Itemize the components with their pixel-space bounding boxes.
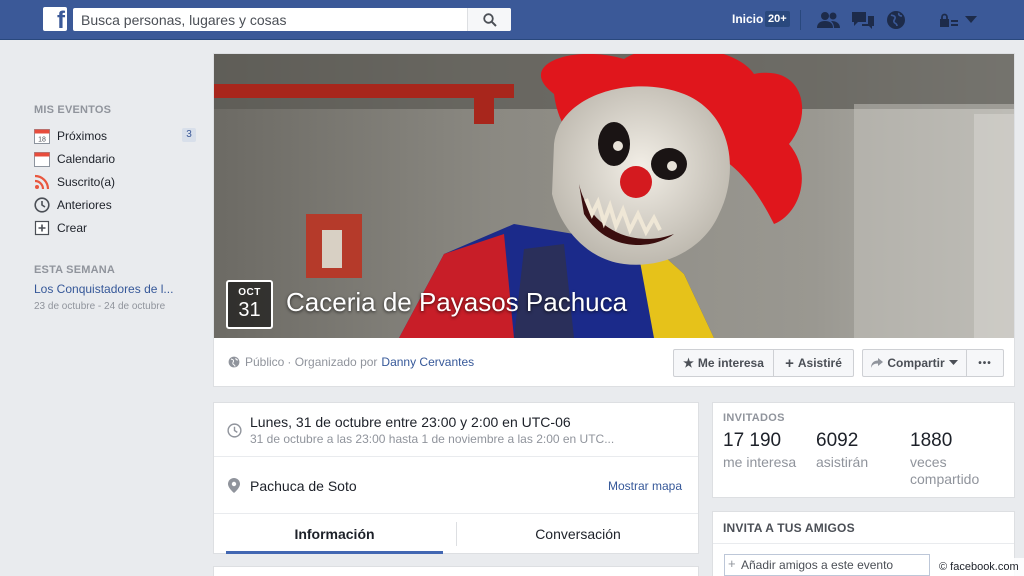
add-icon: + — [728, 556, 736, 571]
tab-conversation[interactable]: Conversación — [458, 514, 698, 554]
stat-number: 17 190 — [723, 430, 782, 451]
stat-interested[interactable]: 17 190 me interesa — [723, 430, 796, 471]
organizer-link[interactable]: Danny Cervantes — [381, 355, 474, 369]
event-meta: Público · Organizado por Danny Cervantes — [228, 355, 474, 369]
this-week-event-dates: 23 de octubre - 24 de octubre — [34, 301, 166, 312]
source-watermark: © facebook.com — [934, 558, 1024, 576]
calendar-icon — [34, 151, 50, 167]
organized-by-text: · Organizado por — [287, 355, 378, 369]
sidebar-item-subscribed[interactable]: Suscrito(a) — [34, 170, 204, 193]
svg-text:18: 18 — [38, 136, 46, 143]
tab-separator — [456, 522, 457, 546]
guests-card: INVITADOS 17 190 me interesa 6092 asisti… — [712, 402, 1015, 498]
stat-number: 6092 — [816, 430, 859, 451]
share-button[interactable]: Compartir — [862, 349, 967, 377]
stat-going[interactable]: 6092 asistirán — [816, 430, 868, 471]
invite-divider — [713, 543, 1014, 544]
caret-down-icon — [965, 16, 977, 23]
share-arrow-icon — [871, 358, 884, 368]
clock-icon — [226, 422, 242, 438]
clock-icon — [34, 196, 50, 213]
event-time-main: Lunes, 31 de octubre entre 23:00 y 2:00 … — [250, 414, 571, 430]
logo-letter: f — [57, 7, 65, 31]
share-label: Compartir — [887, 356, 945, 370]
event-location-row: Pachuca de Soto Mostrar mapa — [214, 457, 698, 514]
more-options-button[interactable]: ••• — [966, 349, 1004, 377]
events-nav-list: 18 Próximos 3 Calendario Suscrito(a) Ant… — [34, 124, 204, 239]
search-input[interactable] — [73, 8, 468, 31]
sidebar-item-past[interactable]: Anteriores — [34, 193, 204, 216]
home-count-badge: 20+ — [765, 11, 790, 27]
facebook-logo[interactable]: f — [43, 7, 67, 31]
going-label: Asistiré — [797, 356, 842, 370]
sidebar-item-label: Próximos — [57, 128, 108, 143]
rss-icon — [34, 174, 50, 190]
upcoming-count-badge: 3 — [182, 128, 196, 142]
notifications-button[interactable] — [884, 9, 908, 31]
next-card-peek — [213, 566, 699, 576]
event-time-row: Lunes, 31 de octubre entre 23:00 y 2:00 … — [214, 403, 698, 457]
public-globe-icon — [228, 356, 240, 368]
active-tab-indicator — [226, 551, 443, 554]
this-week-event-link[interactable]: Los Conquistadores de l... — [34, 282, 204, 296]
event-header-card: OCT 31 Caceria de Payasos Pachuca Públic… — [213, 53, 1015, 387]
top-navigation-bar: f Inicio 20+ — [0, 0, 1024, 40]
invite-friends-input[interactable] — [724, 554, 930, 576]
tab-information[interactable]: Información — [226, 514, 443, 554]
interested-label: Me interesa — [697, 356, 764, 370]
event-details-card: Lunes, 31 de octubre entre 23:00 y 2:00 … — [213, 402, 699, 554]
search-bar — [73, 8, 511, 31]
sidebar-item-upcoming[interactable]: 18 Próximos 3 — [34, 124, 204, 147]
stat-label: me interesa — [723, 454, 797, 470]
privacy-shortcuts-button[interactable] — [937, 9, 961, 31]
search-button[interactable] — [467, 8, 511, 31]
stat-label: veces compartido — [910, 454, 980, 487]
messages-icon — [852, 12, 874, 29]
search-icon — [482, 12, 497, 27]
event-date-badge: OCT 31 — [226, 280, 273, 329]
sidebar-item-calendar[interactable]: Calendario — [34, 147, 204, 170]
home-link[interactable]: Inicio — [732, 12, 763, 26]
location-pin-icon — [226, 477, 242, 493]
event-day: 31 — [238, 299, 261, 321]
stat-label: asistirán — [816, 454, 869, 470]
stat-shared[interactable]: 1880 veces compartido — [910, 430, 1000, 488]
globe-icon — [887, 11, 905, 29]
caret-down-icon — [948, 360, 958, 365]
account-menu-button[interactable] — [959, 9, 983, 31]
event-time-sub: 31 de octubre a las 23:00 hasta 1 de nov… — [250, 432, 615, 446]
friend-requests-button[interactable] — [817, 9, 841, 31]
event-location: Pachuca de Soto — [250, 478, 357, 494]
sidebar-item-label: Suscrito(a) — [57, 174, 116, 189]
topbar-divider — [800, 10, 801, 30]
invite-heading: INVITA A TUS AMIGOS — [723, 521, 855, 535]
event-title: Caceria de Payasos Pachuca — [286, 287, 628, 317]
my-events-heading: MIS EVENTOS — [34, 104, 112, 116]
going-button[interactable]: + Asistiré — [773, 349, 854, 377]
sidebar-item-label: Crear — [57, 220, 88, 235]
guests-heading: INVITADOS — [723, 412, 785, 424]
messages-button[interactable] — [851, 9, 875, 31]
sidebar-item-label: Anteriores — [57, 197, 112, 212]
sidebar-item-label: Calendario — [57, 151, 116, 166]
left-sidebar: MIS EVENTOS 18 Próximos 3 Calendario Sus… — [34, 104, 204, 312]
event-privacy: Público — [245, 355, 285, 369]
show-map-link[interactable]: Mostrar mapa — [608, 479, 682, 493]
lock-icon — [940, 13, 958, 27]
friends-icon — [817, 12, 840, 28]
calendar-18-icon: 18 — [34, 128, 50, 144]
plus-icon: + — [785, 354, 794, 372]
sidebar-item-create[interactable]: Crear — [34, 216, 204, 239]
event-cover-photo: OCT 31 Caceria de Payasos Pachuca — [214, 54, 1014, 338]
event-month: OCT — [238, 287, 261, 298]
stat-number: 1880 — [910, 430, 953, 451]
plus-box-icon — [34, 220, 50, 236]
this-week-heading: ESTA SEMANA — [34, 264, 116, 276]
star-icon: ★ — [683, 356, 694, 370]
interested-button[interactable]: ★ Me interesa — [673, 349, 774, 377]
